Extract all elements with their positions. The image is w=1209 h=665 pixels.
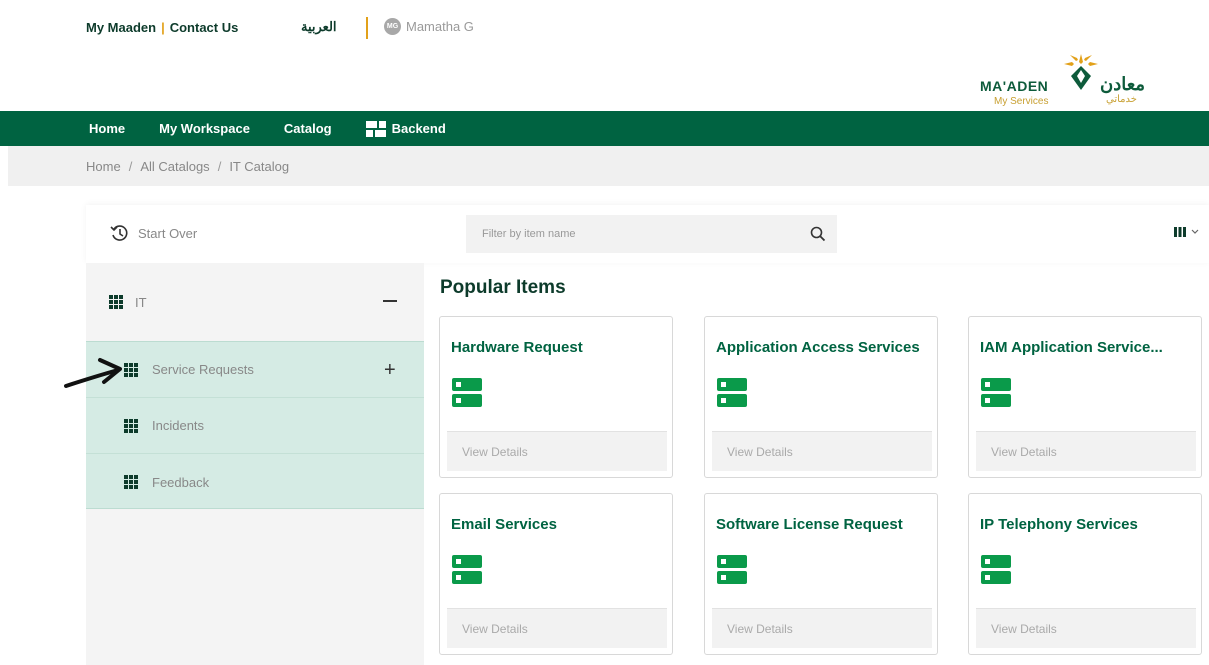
item-card-iam-application[interactable]: IAM Application Service... View Details [968, 316, 1202, 478]
sidebar-item-feedback[interactable]: Feedback [86, 454, 424, 510]
main-nav: Home My Workspace Catalog Backend [0, 111, 1209, 146]
breadcrumb-separator: / [217, 158, 222, 174]
logo-text-en: MA'ADEN [980, 78, 1049, 94]
chevron-down-icon [1191, 229, 1199, 234]
item-card-title[interactable]: Email Services [451, 516, 673, 533]
nav-home[interactable]: Home [89, 121, 125, 136]
view-toggle-button[interactable] [1174, 227, 1200, 237]
top-header: My Maaden | Contact Us العربية MG Mamath… [0, 0, 1209, 111]
category-sidebar: IT Service Requests + Incidents Feedback [86, 263, 424, 665]
item-card-title[interactable]: Hardware Request [451, 339, 673, 356]
server-icon [717, 555, 747, 584]
collapse-icon[interactable] [383, 300, 397, 302]
start-over-label: Start Over [138, 225, 198, 241]
grid-icon [124, 418, 138, 433]
view-details-button[interactable]: View Details [447, 431, 667, 471]
category-it[interactable]: IT [86, 263, 424, 341]
item-card-ip-telephony[interactable]: IP Telephony Services View Details [968, 493, 1202, 655]
item-card-title[interactable]: Software License Request [716, 516, 938, 533]
breadcrumb: Home / All Catalogs / IT Catalog [8, 146, 1209, 186]
logo-subtitle-ar: خدماتي [1106, 94, 1137, 105]
breadcrumb-all-catalogs[interactable]: All Catalogs [140, 159, 209, 174]
view-details-button[interactable]: View Details [976, 431, 1196, 471]
logo-subtitle-en: My Services [994, 96, 1049, 107]
start-over-button[interactable]: Start Over [110, 224, 197, 242]
catalog-toolbar: Start Over [86, 205, 1209, 263]
subcategory-list: Service Requests + Incidents Feedback [86, 341, 424, 509]
item-card-software-license[interactable]: Software License Request View Details [704, 493, 938, 655]
nav-my-workspace[interactable]: My Workspace [159, 121, 250, 136]
logo-text-ar: معادن [1100, 74, 1146, 94]
view-details-button[interactable]: View Details [712, 431, 932, 471]
item-card-email-services[interactable]: Email Services View Details [439, 493, 673, 655]
sidebar-item-label: Service Requests [152, 362, 254, 377]
maaden-star-icon [1064, 54, 1098, 90]
top-links: My Maaden | Contact Us [86, 20, 238, 35]
user-menu[interactable]: MG Mamatha G [384, 18, 474, 35]
popular-items-title: Popular Items [440, 277, 566, 298]
my-maaden-link[interactable]: My Maaden [86, 20, 156, 35]
server-icon [452, 378, 482, 407]
backend-icon [365, 120, 386, 137]
arabic-language-link[interactable]: العربية [301, 19, 337, 35]
filter-box [466, 215, 837, 253]
grid-icon [124, 475, 138, 489]
filter-input[interactable] [466, 215, 786, 253]
header-divider [366, 17, 368, 39]
grid-icon [109, 295, 123, 309]
sidebar-item-incidents[interactable]: Incidents [86, 398, 424, 454]
columns-icon [1174, 227, 1186, 237]
nav-catalog[interactable]: Catalog [284, 121, 332, 136]
annotation-arrow-icon [64, 358, 122, 388]
server-icon [717, 378, 747, 407]
view-details-button[interactable]: View Details [447, 608, 667, 648]
nav-backend[interactable]: Backend [365, 120, 446, 137]
view-details-button[interactable]: View Details [712, 608, 932, 648]
item-card-title[interactable]: Application Access Services [716, 339, 938, 356]
server-icon [452, 555, 482, 584]
contact-us-link[interactable]: Contact Us [170, 20, 239, 35]
sidebar-item-service-requests[interactable]: Service Requests + [86, 342, 424, 398]
user-avatar: MG [384, 18, 401, 35]
maaden-logo[interactable]: MA'ADEN My Services معادن خدماتي [976, 50, 1182, 110]
server-icon [981, 378, 1011, 407]
expand-icon[interactable]: + [384, 360, 396, 380]
item-card-title[interactable]: IAM Application Service... [980, 339, 1202, 356]
category-label: IT [135, 294, 147, 310]
server-icon [981, 555, 1011, 584]
item-card-title[interactable]: IP Telephony Services [980, 516, 1202, 533]
sidebar-item-label: Feedback [152, 474, 210, 490]
view-details-button[interactable]: View Details [976, 608, 1196, 648]
link-separator: | [161, 20, 165, 35]
item-card-hardware-request[interactable]: Hardware Request View Details [439, 316, 673, 478]
user-name: Mamatha G [406, 19, 474, 34]
breadcrumb-home[interactable]: Home [86, 159, 121, 174]
sidebar-item-label: Incidents [152, 418, 205, 433]
nav-backend-label: Backend [391, 121, 446, 136]
history-icon [110, 225, 128, 241]
breadcrumb-separator: / [128, 158, 133, 174]
breadcrumb-it-catalog: IT Catalog [229, 158, 290, 174]
grid-icon [124, 362, 138, 377]
item-card-application-access[interactable]: Application Access Services View Details [704, 316, 938, 478]
search-icon[interactable] [810, 226, 826, 242]
